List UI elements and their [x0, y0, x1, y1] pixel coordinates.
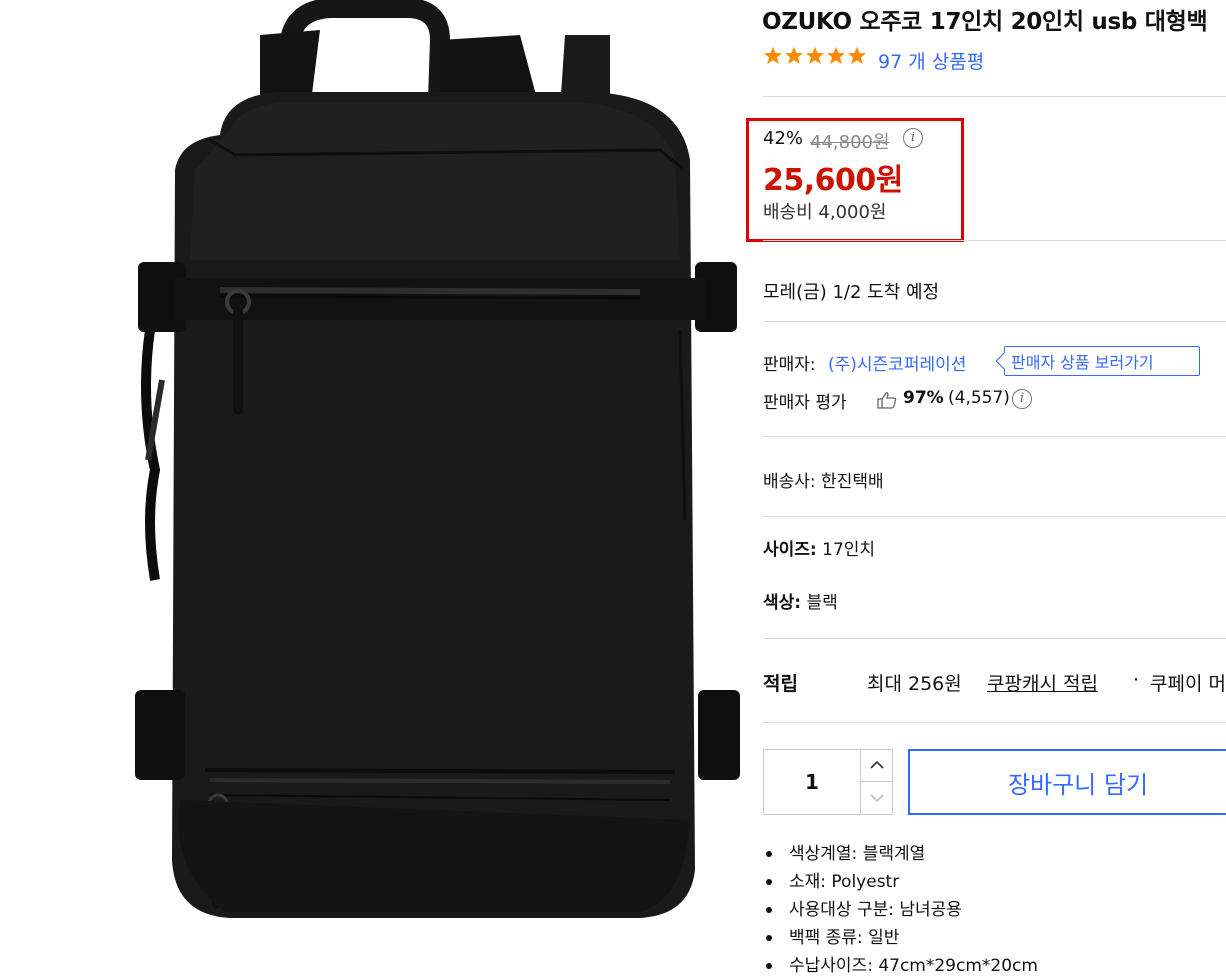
divider	[763, 436, 1226, 437]
quantity-stepper	[763, 749, 893, 815]
list-item: 수납사이즈: 47cm*29cm*20cm	[763, 952, 1038, 980]
seller-products-button[interactable]: 판매자 상품 보러가기	[1004, 346, 1200, 376]
color-label: 색상:	[763, 593, 802, 613]
size-option: 사이즈: 17인치	[763, 535, 875, 560]
color-value: 블랙	[801, 593, 838, 613]
divider	[763, 240, 1226, 241]
sale-price: 25,600원	[763, 163, 903, 198]
divider	[763, 638, 1226, 639]
quantity-increase-button[interactable]	[861, 750, 892, 782]
seller-rating-percent: 97%	[903, 388, 944, 408]
points-separator: ·	[1133, 669, 1140, 691]
chevron-up-icon	[869, 760, 884, 769]
star-icon	[806, 47, 824, 64]
arrival-date: 모레(금) 1/2 도착 예정	[763, 282, 940, 303]
product-attributes: 색상계열: 블랙계열 소재: Polyestr 사용대상 구분: 남녀공용 백팩…	[763, 840, 1038, 980]
star-icon	[785, 47, 803, 64]
product-title: OZUKO 오주코 17인치 20인치 usb 대형백	[762, 9, 1208, 35]
points-max: 최대 256원	[867, 673, 962, 695]
seller-rating-count: (4,557)	[948, 388, 1010, 408]
add-to-cart-button[interactable]: 장바구니 담기	[908, 749, 1226, 815]
list-item: 소재: Polyestr	[763, 868, 1038, 896]
list-item: 사용대상 구분: 남녀공용	[763, 896, 1038, 924]
rating-stars	[763, 46, 867, 66]
courier-info: 배송사: 한진택배	[763, 472, 884, 492]
color-option: 색상: 블랙	[763, 588, 838, 613]
shipping-fee: 배송비 4,000원	[763, 202, 887, 223]
thumbs-up-icon	[877, 392, 897, 409]
divider	[763, 722, 1226, 723]
divider	[763, 96, 1226, 97]
info-icon[interactable]: i	[1012, 389, 1032, 409]
quantity-decrease-button[interactable]	[861, 782, 892, 814]
divider	[763, 516, 1226, 517]
coupang-cash-link[interactable]: 쿠팡캐시 적립	[987, 669, 1098, 696]
coupay-text: 쿠페이 머	[1150, 673, 1226, 695]
review-count-link[interactable]: 97 개 상품평	[878, 47, 984, 74]
seller-rating-label: 판매자 평가	[763, 393, 847, 413]
quantity-input[interactable]	[764, 750, 861, 814]
seller-name-link[interactable]: (주)시즌코퍼레이션	[828, 350, 966, 375]
divider	[763, 321, 1226, 322]
original-price: 44,800원	[810, 132, 890, 153]
discount-rate: 42%	[763, 128, 804, 149]
size-value: 17인치	[816, 540, 876, 560]
points-label: 적립	[763, 673, 798, 695]
star-icon	[764, 47, 782, 64]
info-icon[interactable]: i	[903, 128, 923, 148]
chevron-down-icon	[869, 793, 884, 802]
size-label: 사이즈:	[763, 540, 817, 560]
star-icon	[827, 47, 845, 64]
list-item: 백팩 종류: 일반	[763, 924, 1038, 952]
seller-label: 판매자:	[763, 355, 816, 375]
list-item: 색상계열: 블랙계열	[763, 840, 1038, 868]
product-image	[135, 0, 740, 918]
star-icon	[848, 47, 866, 64]
